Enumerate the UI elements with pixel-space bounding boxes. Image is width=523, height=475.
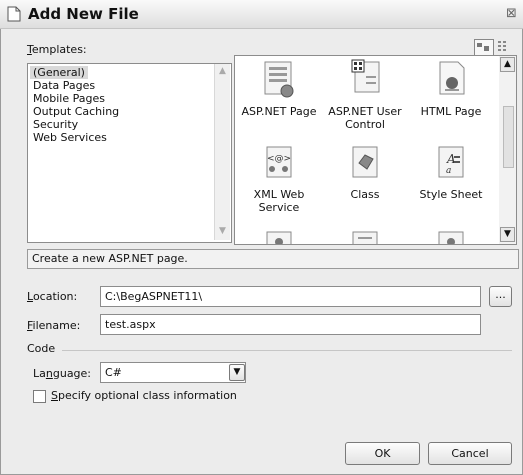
dialog-title: Add New File	[28, 5, 139, 23]
more-template-icon	[438, 231, 464, 244]
ok-button[interactable]: OK	[345, 442, 420, 465]
more-template-icon	[352, 231, 378, 244]
templates-label: Templates:	[27, 43, 87, 56]
user-control-icon	[351, 59, 380, 93]
svg-text:A: A	[446, 152, 456, 166]
template-categories-list[interactable]: (General) Data Pages Mobile Pages Output…	[27, 63, 232, 243]
template-xml-web-service[interactable]: <@> XML Web Service	[237, 141, 321, 214]
category-item-security[interactable]: Security	[30, 118, 81, 131]
title-bar: Add New File ⊠	[0, 0, 523, 29]
language-value: C#	[105, 366, 122, 379]
more-template-icon	[266, 231, 292, 244]
close-icon[interactable]: ⊠	[506, 6, 517, 21]
category-item-general[interactable]: (General)	[30, 66, 88, 79]
cancel-button[interactable]: Cancel	[428, 442, 512, 465]
scroll-up-icon[interactable]: ▲	[215, 64, 230, 79]
aspnet-page-icon	[264, 61, 294, 98]
template-style-sheet[interactable]: A a Style Sheet	[409, 141, 493, 201]
category-item-web-services[interactable]: Web Services	[30, 131, 110, 144]
small-icons-view-icon[interactable]	[496, 39, 514, 55]
template-class[interactable]: Class	[323, 141, 407, 201]
scroll-thumb[interactable]	[503, 106, 514, 168]
location-label: Location:	[27, 290, 78, 303]
category-item-output-caching[interactable]: Output Caching	[30, 105, 122, 118]
filename-label: Filename:	[27, 319, 81, 332]
optional-class-label[interactable]: Specify optional class information	[51, 389, 237, 402]
xml-web-service-icon: <@>	[266, 146, 292, 178]
filename-input[interactable]: test.aspx	[100, 314, 481, 335]
code-section-divider	[62, 350, 512, 351]
category-item-data-pages[interactable]: Data Pages	[30, 79, 98, 92]
location-input[interactable]: C:\BegASPNET11\	[100, 286, 481, 307]
categories-scrollbar[interactable]: ▲ ▼	[214, 64, 230, 240]
scroll-down-icon[interactable]: ▼	[215, 224, 230, 239]
chevron-down-icon[interactable]: ▼	[229, 364, 245, 381]
browse-button[interactable]: ...	[489, 286, 512, 307]
optional-class-checkbox[interactable]	[33, 390, 46, 403]
scroll-up-icon[interactable]: ▲	[500, 57, 515, 72]
scroll-down-icon[interactable]: ▼	[500, 227, 515, 242]
template-description: Create a new ASP.NET page.	[32, 252, 188, 265]
template-html-page[interactable]: HTML Page	[409, 58, 493, 118]
language-select[interactable]: C#	[100, 362, 246, 383]
svg-text:<@>: <@>	[267, 154, 291, 164]
category-item-mobile-pages[interactable]: Mobile Pages	[30, 92, 108, 105]
template-description-bar: Create a new ASP.NET page.	[27, 249, 519, 269]
template-aspnet-page[interactable]: ASP.NET Page	[237, 58, 321, 118]
html-page-icon	[439, 61, 465, 95]
templates-pane[interactable]: ASP.NET Page ASP.NET User Control HTML P…	[234, 55, 502, 245]
template-aspnet-user-control[interactable]: ASP.NET User Control	[323, 58, 407, 131]
class-icon	[352, 146, 378, 178]
language-label: Language:	[33, 367, 92, 380]
code-section-label: Code	[27, 342, 56, 355]
new-file-icon	[7, 6, 21, 22]
templates-scrollbar[interactable]: ▲ ▼	[499, 55, 517, 245]
style-sheet-icon: A a	[438, 146, 464, 178]
svg-text:a: a	[446, 166, 451, 176]
